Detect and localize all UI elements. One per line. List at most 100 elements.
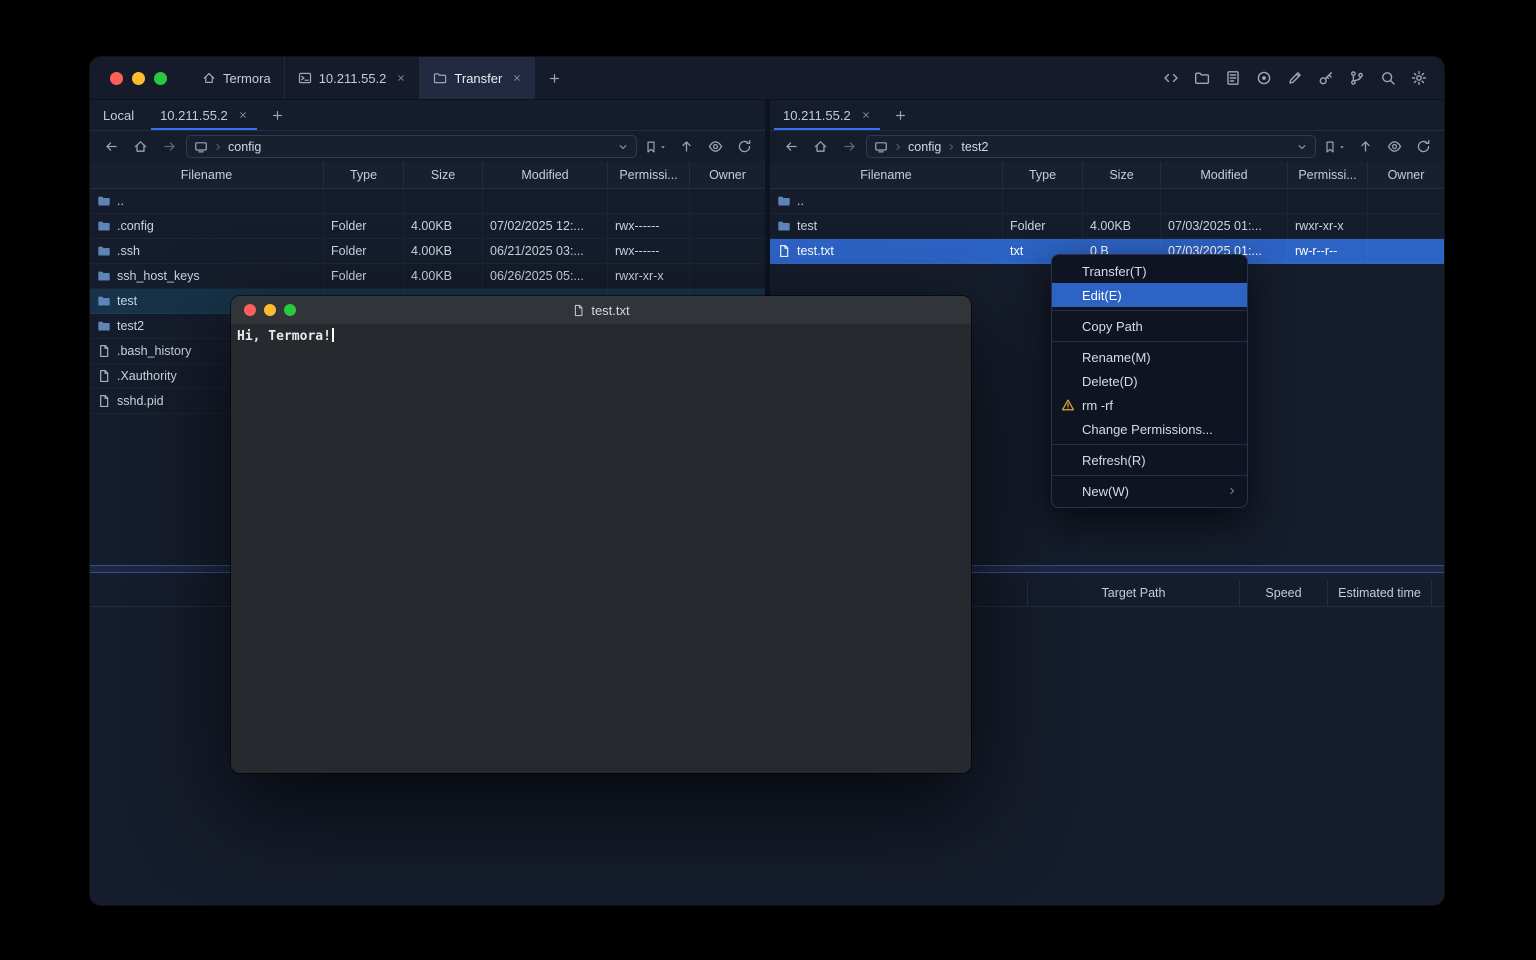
editor-titlebar[interactable]: test.txt — [231, 296, 971, 324]
menu-item-new-w[interactable]: New(W) — [1052, 479, 1247, 503]
column-header-filename[interactable]: Filename — [90, 162, 324, 188]
show-hidden-button[interactable] — [1382, 136, 1406, 158]
tab-host-label: 10.211.55.2 — [319, 71, 387, 86]
column-header-size[interactable]: Size — [404, 162, 483, 188]
home-button[interactable] — [128, 136, 152, 158]
chevron-down-icon[interactable] — [617, 141, 629, 153]
editor-title-group: test.txt — [572, 303, 629, 318]
column-header-speed[interactable]: Speed — [1240, 580, 1328, 606]
bookmark-button[interactable] — [642, 140, 669, 154]
right-new-tab-button[interactable] — [884, 100, 917, 130]
parent-dir-button[interactable] — [1353, 136, 1377, 158]
traffic-lights — [90, 57, 185, 99]
column-header-type[interactable]: Type — [324, 162, 404, 188]
column-header-permissions[interactable]: Permissi... — [608, 162, 690, 188]
folder-icon — [777, 194, 791, 208]
column-header-owner[interactable]: Owner — [690, 162, 765, 188]
file-row-ssh_host_keys[interactable]: ssh_host_keysFolder4.00KB06/26/2025 05:.… — [90, 264, 765, 289]
tab-transfer[interactable]: Transfer — [419, 57, 535, 99]
new-tab-button[interactable] — [535, 57, 574, 99]
left-new-tab-button[interactable] — [261, 100, 294, 130]
chevron-right-icon — [213, 142, 223, 152]
cell-permissions: rwx------ — [608, 214, 690, 238]
left-tab-local[interactable]: Local — [90, 100, 147, 130]
zoom-window-button[interactable] — [284, 304, 296, 316]
breadcrumb-segment[interactable]: test2 — [961, 140, 988, 154]
breadcrumb-segment[interactable]: config — [228, 140, 261, 154]
column-header-size[interactable]: Size — [1083, 162, 1161, 188]
column-header-permissions[interactable]: Permissi... — [1288, 162, 1368, 188]
close-icon[interactable] — [512, 73, 522, 83]
close-icon[interactable] — [861, 110, 871, 120]
refresh-button[interactable] — [1411, 136, 1435, 158]
show-hidden-button[interactable] — [703, 136, 727, 158]
filename-text: .ssh — [117, 244, 140, 258]
column-header-owner[interactable]: Owner — [1368, 162, 1444, 188]
menu-item-refresh-r[interactable]: Refresh(R) — [1052, 448, 1247, 472]
folder-icon — [777, 219, 791, 233]
cell-owner — [690, 264, 765, 288]
close-icon[interactable] — [396, 73, 406, 83]
back-button[interactable] — [779, 136, 803, 158]
pencil-icon[interactable] — [1282, 66, 1307, 91]
left-breadcrumb[interactable]: config — [186, 135, 637, 158]
zoom-window-button[interactable] — [154, 72, 167, 85]
column-header-filename[interactable]: Filename — [770, 162, 1003, 188]
column-header-type[interactable]: Type — [1003, 162, 1083, 188]
cell-type: Folder — [324, 214, 404, 238]
breadcrumb-segment[interactable]: config — [908, 140, 941, 154]
right-breadcrumb[interactable]: config test2 — [866, 135, 1316, 158]
forward-button[interactable] — [157, 136, 181, 158]
close-icon[interactable] — [238, 110, 248, 120]
refresh-button[interactable] — [732, 136, 756, 158]
cell-modified — [1161, 189, 1288, 213]
cell-type: Folder — [324, 264, 404, 288]
code-icon[interactable] — [1158, 66, 1183, 91]
close-window-button[interactable] — [110, 72, 123, 85]
menu-item-label: Transfer(T) — [1082, 264, 1147, 279]
file-row-.config[interactable]: .configFolder4.00KB07/02/2025 12:...rwx-… — [90, 214, 765, 239]
key-icon[interactable] — [1313, 66, 1338, 91]
menu-item-rm-rf[interactable]: rm -rf — [1052, 393, 1247, 417]
tab-termora[interactable]: Termora — [189, 57, 284, 99]
home-button[interactable] — [808, 136, 832, 158]
file-row-test[interactable]: testFolder4.00KB07/03/2025 01:...rwxr-xr… — [770, 214, 1444, 239]
close-window-button[interactable] — [244, 304, 256, 316]
forward-button[interactable] — [837, 136, 861, 158]
column-header-target-path[interactable]: Target Path — [1028, 580, 1240, 606]
minimize-window-button[interactable] — [264, 304, 276, 316]
file-row-..[interactable]: .. — [90, 189, 765, 214]
computer-icon — [874, 140, 888, 154]
minimize-window-button[interactable] — [132, 72, 145, 85]
menu-item-change-permissions[interactable]: Change Permissions... — [1052, 417, 1247, 441]
file-icon — [777, 244, 791, 258]
chevron-down-icon[interactable] — [1296, 141, 1308, 153]
editor-content[interactable]: Hi, Termora! — [231, 324, 971, 773]
right-tab-host[interactable]: 10.211.55.2 — [770, 100, 884, 130]
file-row-.ssh[interactable]: .sshFolder4.00KB06/21/2025 03:...rwx----… — [90, 239, 765, 264]
menu-item-copy-path[interactable]: Copy Path — [1052, 314, 1247, 338]
menu-item-rename-m[interactable]: Rename(M) — [1052, 345, 1247, 369]
bookmark-button[interactable] — [1321, 140, 1348, 154]
filename-text: test — [797, 219, 817, 233]
back-button[interactable] — [99, 136, 123, 158]
menu-item-transfer-t[interactable]: Transfer(T) — [1052, 259, 1247, 283]
column-header-modified[interactable]: Modified — [1161, 162, 1288, 188]
folder-icon[interactable] — [1189, 66, 1214, 91]
branch-icon[interactable] — [1344, 66, 1369, 91]
search-icon[interactable] — [1375, 66, 1400, 91]
menu-item-edit-e[interactable]: Edit(E) — [1052, 283, 1247, 307]
bookmark-icon — [1323, 140, 1337, 154]
gear-icon[interactable] — [1406, 66, 1431, 91]
file-row-..[interactable]: .. — [770, 189, 1444, 214]
record-icon[interactable] — [1251, 66, 1276, 91]
parent-dir-button[interactable] — [674, 136, 698, 158]
document-icon[interactable] — [1220, 66, 1245, 91]
left-tab-host[interactable]: 10.211.55.2 — [147, 100, 261, 130]
editor-text: Hi, Termora! — [237, 329, 331, 344]
column-header-estimated-time[interactable]: Estimated time — [1328, 580, 1432, 606]
column-header-modified[interactable]: Modified — [483, 162, 608, 188]
menu-item-delete-d[interactable]: Delete(D) — [1052, 369, 1247, 393]
filename-text: ssh_host_keys — [117, 269, 200, 283]
tab-host-session[interactable]: 10.211.55.2 — [284, 57, 420, 99]
